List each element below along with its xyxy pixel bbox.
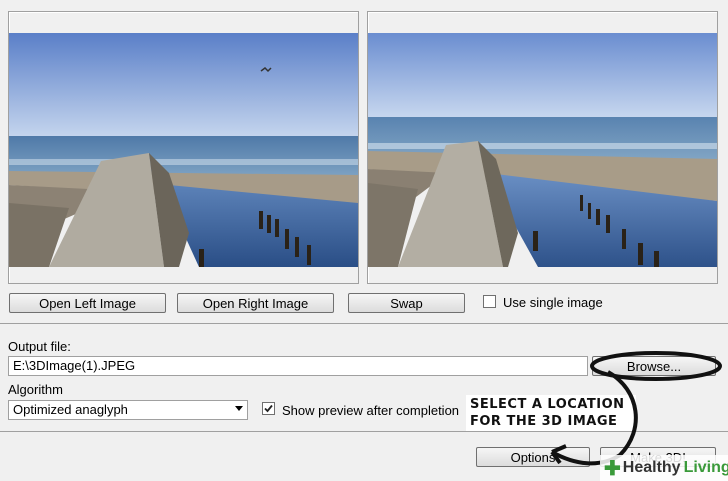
use-single-image-checkbox[interactable] [483, 295, 496, 308]
brand-word-living: Living [683, 459, 728, 476]
algorithm-select[interactable]: Optimized anaglyph [8, 400, 248, 420]
open-left-image-button[interactable]: Open Left Image [9, 293, 166, 313]
algorithm-selected-value: Optimized anaglyph [13, 402, 128, 417]
use-single-image-label: Use single image [503, 295, 603, 310]
browse-button[interactable]: Browse... [592, 356, 716, 376]
healthy-living-watermark: ✚ Healthy Living [600, 455, 728, 481]
annotation-line-2: FOR THE 3D IMAGE [470, 414, 618, 429]
show-preview-checkbox[interactable] [262, 402, 275, 415]
open-right-image-button[interactable]: Open Right Image [177, 293, 334, 313]
separator [0, 323, 728, 324]
show-preview-label: Show preview after completion [282, 403, 460, 418]
swap-button[interactable]: Swap [348, 293, 465, 313]
chevron-down-icon [235, 406, 243, 411]
checkmark-icon [264, 404, 273, 413]
right-image-panel [367, 11, 718, 284]
output-file-field[interactable]: E:\3DImage(1).JPEG [8, 356, 588, 376]
left-image-panel [8, 11, 359, 284]
left-photo [9, 33, 358, 267]
annotation-line-1: SELECT A LOCATION [470, 397, 625, 412]
plus-icon: ✚ [604, 457, 621, 480]
separator [0, 431, 728, 432]
brand-word-healthy: Healthy [622, 459, 681, 476]
output-file-label: Output file: [8, 339, 71, 354]
options-button[interactable]: Options [476, 447, 590, 467]
algorithm-label: Algorithm [8, 382, 63, 397]
right-photo [368, 33, 717, 267]
